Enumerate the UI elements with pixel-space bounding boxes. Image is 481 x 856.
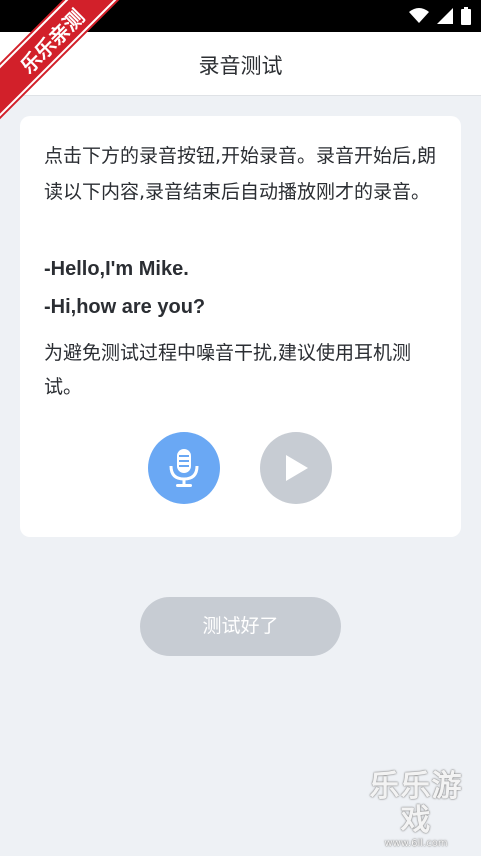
phrase-line: -Hi,how are you? bbox=[44, 296, 206, 318]
note-text: 为避免测试过程中噪音干扰,建议使用耳机测试。 bbox=[44, 342, 412, 398]
phrase-line: -Hello,I'm Mike. bbox=[44, 258, 189, 280]
recording-test-card: 点击下方的录音按钮,开始录音。录音开始后,朗读以下内容,录音结束后自动播放刚才的… bbox=[20, 116, 461, 537]
battery-icon bbox=[461, 7, 471, 25]
site-watermark: 乐乐游戏 www.6ll.com bbox=[357, 770, 475, 850]
watermark-url: www.6ll.com bbox=[384, 838, 448, 849]
wifi-icon bbox=[409, 8, 429, 23]
instruction-text: 点击下方的录音按钮,开始录音。录音开始后,朗读以下内容,录音结束后自动播放刚才的… bbox=[44, 145, 437, 203]
watermark-text: 乐乐游戏 bbox=[369, 769, 463, 838]
play-icon bbox=[286, 455, 308, 481]
record-button[interactable] bbox=[148, 432, 220, 504]
status-icons bbox=[409, 6, 471, 26]
play-button[interactable] bbox=[260, 432, 332, 504]
microphone-icon bbox=[169, 449, 199, 487]
test-done-button[interactable]: 测试好了 bbox=[140, 597, 341, 656]
page-title: 录音测试 bbox=[198, 54, 283, 78]
signal-icon bbox=[437, 8, 453, 24]
